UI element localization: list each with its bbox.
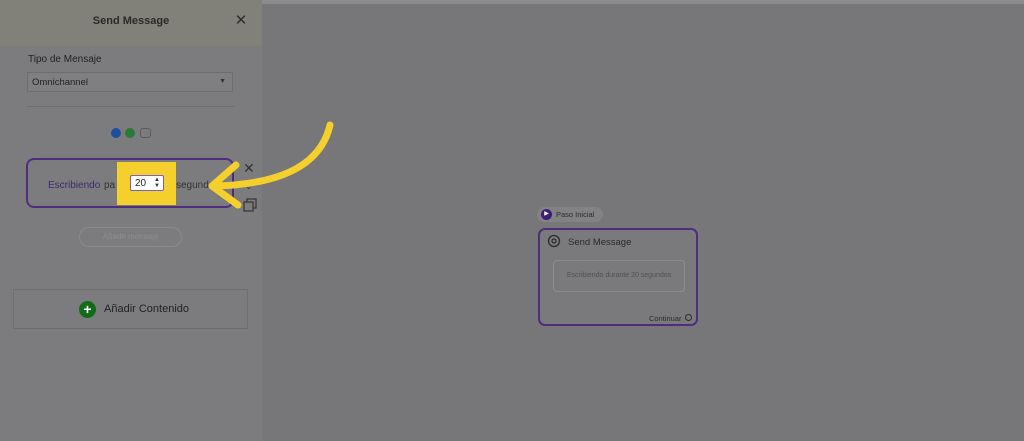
node-title: Send Message bbox=[568, 237, 632, 248]
continue-label: Continuar bbox=[649, 314, 682, 323]
gear-icon bbox=[547, 234, 561, 248]
node-content-text: Escribiendo durante 20 segundos bbox=[566, 272, 672, 279]
annotation-arrow bbox=[208, 121, 334, 209]
continue-port[interactable] bbox=[685, 314, 692, 321]
send-message-node[interactable]: Send Message Escribiendo durante 20 segu… bbox=[538, 228, 698, 326]
start-step-label: Paso Inicial bbox=[556, 210, 595, 219]
node-content-box: Escribiendo durante 20 segundos bbox=[553, 260, 685, 292]
start-step-badge[interactable]: ▶ Paso Inicial bbox=[537, 207, 603, 222]
play-icon: ▶ bbox=[541, 209, 552, 220]
